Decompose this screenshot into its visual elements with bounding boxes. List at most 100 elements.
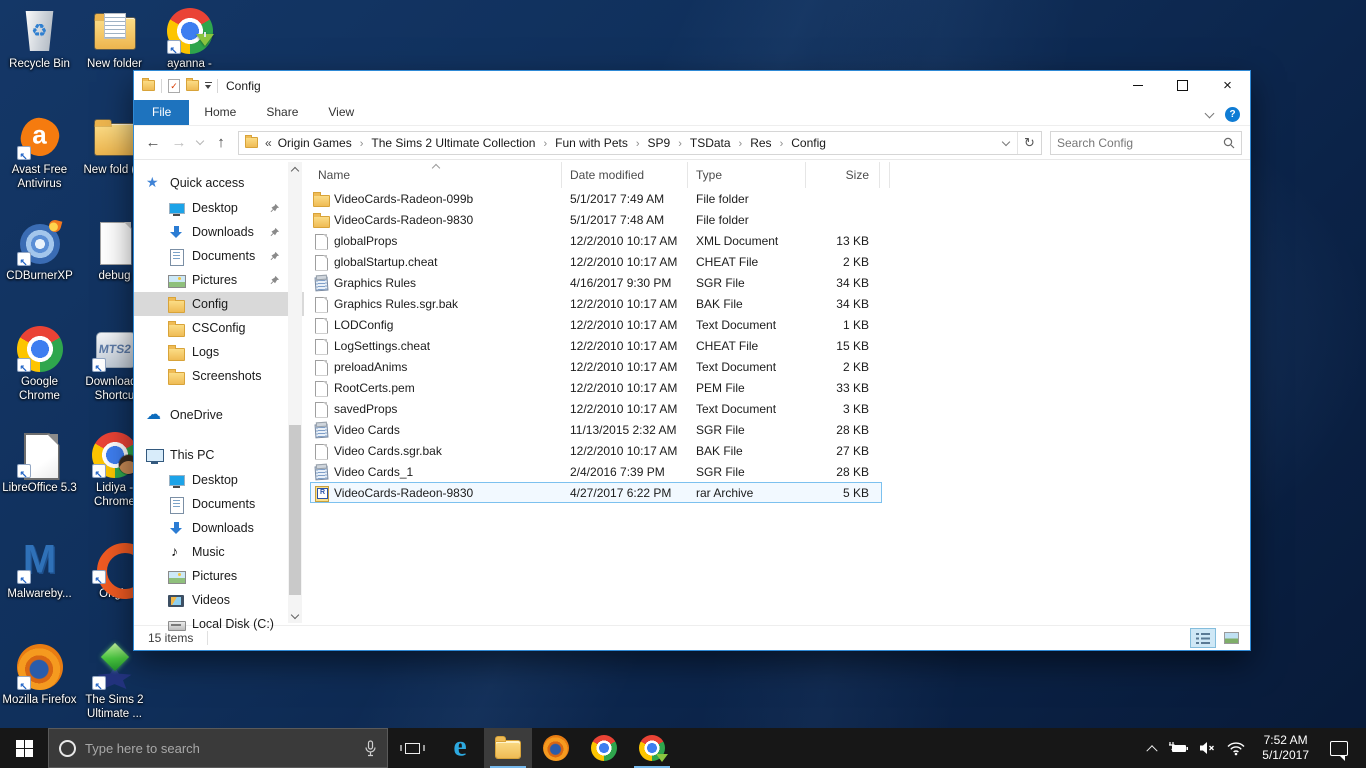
table-row[interactable]: VideoCards-Radeon-099b 5/1/2017 7:49 AM …: [310, 188, 882, 209]
scroll-up-icon[interactable]: [288, 162, 302, 176]
taskbar-app-button[interactable]: [580, 728, 628, 768]
column-header-size[interactable]: Size: [806, 162, 880, 188]
ribbon-tab[interactable]: View: [313, 100, 369, 125]
nav-scrollbar[interactable]: [288, 162, 302, 623]
breadcrumb-item[interactable]: Fun with Pets: [555, 136, 647, 150]
minimize-button[interactable]: [1115, 71, 1160, 100]
clock[interactable]: 7:52 AM 5/1/2017: [1254, 733, 1317, 763]
forward-button[interactable]: →: [166, 134, 192, 151]
nav-item[interactable]: Pictures: [134, 564, 304, 588]
nav-section-onedrive[interactable]: OneDrive: [134, 402, 304, 428]
desktop-icon[interactable]: Avast Free Antivirus: [2, 110, 77, 216]
scroll-down-icon[interactable]: [288, 609, 302, 623]
new-folder-icon[interactable]: [186, 80, 199, 91]
table-row[interactable]: VideoCards-Radeon-9830 5/1/2017 7:48 AM …: [310, 209, 882, 230]
breadcrumb-item[interactable]: The Sims 2 Ultimate Collection: [371, 136, 555, 150]
nav-item[interactable]: Documents: [134, 244, 304, 268]
address-bar[interactable]: « Origin GamesThe Sims 2 Ultimate Collec…: [238, 131, 1042, 155]
breadcrumb-item[interactable]: TSData: [690, 136, 750, 150]
column-header-type[interactable]: Type: [688, 162, 806, 188]
microphone-icon[interactable]: [364, 740, 377, 757]
search-box[interactable]: Search Config: [1050, 131, 1242, 155]
table-row[interactable]: globalStartup.cheat 12/2/2010 10:17 AM C…: [310, 251, 882, 272]
nav-item[interactable]: Music: [134, 540, 304, 564]
close-button[interactable]: ×: [1205, 71, 1250, 100]
ribbon-collapse-icon[interactable]: [1205, 108, 1215, 118]
table-row[interactable]: LogSettings.cheat 12/2/2010 10:17 AM CHE…: [310, 335, 882, 356]
table-row[interactable]: Graphics Rules.sgr.bak 12/2/2010 10:17 A…: [310, 293, 882, 314]
pin-icon: [269, 203, 280, 214]
table-row[interactable]: Video Cards 11/13/2015 2:32 AM SGR File …: [310, 419, 882, 440]
start-button[interactable]: [0, 728, 48, 768]
table-row[interactable]: preloadAnims 12/2/2010 10:17 AM Text Doc…: [310, 356, 882, 377]
nav-section-this-pc[interactable]: This PC: [134, 442, 304, 468]
table-row[interactable]: Video Cards_1 2/4/2016 7:39 PM SGR File …: [310, 461, 882, 482]
onedrive-icon: [146, 407, 163, 424]
breadcrumb-item[interactable]: Res: [750, 136, 791, 150]
nav-item[interactable]: Screenshots: [134, 364, 304, 388]
nav-item[interactable]: Desktop: [134, 196, 304, 220]
refresh-icon[interactable]: ↻: [1017, 132, 1041, 154]
table-row[interactable]: Video Cards.sgr.bak 12/2/2010 10:17 AM B…: [310, 440, 882, 461]
taskbar-app-button[interactable]: [484, 728, 532, 768]
column-header-name[interactable]: Name: [310, 162, 562, 188]
file-type: Text Document: [688, 315, 806, 334]
taskbar-app-icon: [495, 735, 521, 761]
table-row[interactable]: RootCerts.pem 12/2/2010 10:17 AM PEM Fil…: [310, 377, 882, 398]
nav-item[interactable]: Logs: [134, 340, 304, 364]
nav-section-quick-access[interactable]: Quick access: [134, 170, 304, 196]
desktop-icon[interactable]: Malwareby...: [2, 534, 77, 640]
desktop-icon[interactable]: Recycle Bin: [2, 4, 77, 110]
scrollbar-thumb[interactable]: [289, 425, 301, 596]
taskbar-app-button[interactable]: [532, 728, 580, 768]
wifi-icon[interactable]: [1225, 740, 1247, 756]
address-dropdown-icon[interactable]: [995, 132, 1017, 154]
table-row[interactable]: Graphics Rules 4/16/2017 9:30 PM SGR Fil…: [310, 272, 882, 293]
desktop-icon[interactable]: CDBurnerXP: [2, 216, 77, 322]
up-button[interactable]: ↑: [208, 134, 234, 151]
nav-item[interactable]: Downloads: [134, 220, 304, 244]
taskbar-app-button[interactable]: [628, 728, 676, 768]
details-view-button[interactable]: [1190, 628, 1216, 648]
thumbnail-view-button[interactable]: [1218, 628, 1244, 648]
nav-item[interactable]: Config: [134, 292, 304, 316]
action-center-icon[interactable]: [1330, 741, 1348, 756]
nav-item[interactable]: Downloads: [134, 516, 304, 540]
breadcrumb-item[interactable]: Origin Games: [278, 136, 372, 150]
taskbar-app-button[interactable]: [436, 728, 484, 768]
nav-item[interactable]: Desktop: [134, 468, 304, 492]
ribbon-tab[interactable]: Home: [189, 100, 251, 125]
customize-qat-icon[interactable]: [205, 85, 211, 89]
column-header-date[interactable]: Date modified: [562, 162, 688, 188]
nav-item[interactable]: Documents: [134, 492, 304, 516]
nav-item[interactable]: Pictures: [134, 268, 304, 292]
desktop-icon[interactable]: LibreOffice 5.3: [2, 428, 77, 534]
tray-overflow-chevron-icon[interactable]: [1147, 745, 1158, 756]
table-row[interactable]: savedProps 12/2/2010 10:17 AM Text Docum…: [310, 398, 882, 419]
nav-item[interactable]: Videos: [134, 588, 304, 612]
desktop-icon[interactable]: Google Chrome: [2, 322, 77, 428]
breadcrumb-item[interactable]: SP9: [648, 136, 690, 150]
file-size: 28 KB: [806, 420, 879, 439]
ribbon-tab[interactable]: Share: [251, 100, 313, 125]
nav-item[interactable]: CSConfig: [134, 316, 304, 340]
table-row[interactable]: globalProps 12/2/2010 10:17 AM XML Docum…: [310, 230, 882, 251]
ribbon-tab[interactable]: File: [134, 100, 189, 125]
task-view-button[interactable]: [388, 728, 436, 768]
breadcrumb-overflow[interactable]: «: [265, 136, 272, 150]
search-icon[interactable]: [1223, 137, 1235, 149]
desktop-icon-art: [17, 220, 63, 266]
maximize-button[interactable]: [1160, 71, 1205, 100]
nav-item[interactable]: Local Disk (C:): [134, 612, 304, 636]
properties-icon[interactable]: ✓: [168, 79, 180, 93]
back-button[interactable]: ←: [140, 134, 166, 151]
breadcrumb-item[interactable]: Config: [791, 136, 826, 150]
battery-icon[interactable]: [1167, 740, 1189, 756]
table-row[interactable]: VideoCards-Radeon-9830 4/27/2017 6:22 PM…: [310, 482, 882, 503]
history-dropdown-icon[interactable]: [192, 134, 208, 151]
help-icon[interactable]: ?: [1225, 107, 1240, 122]
table-row[interactable]: LODConfig 12/2/2010 10:17 AM Text Docume…: [310, 314, 882, 335]
volume-muted-icon[interactable]: [1196, 740, 1218, 756]
taskbar-app-icon: [447, 735, 473, 761]
taskbar-search[interactable]: Type here to search: [48, 728, 388, 768]
